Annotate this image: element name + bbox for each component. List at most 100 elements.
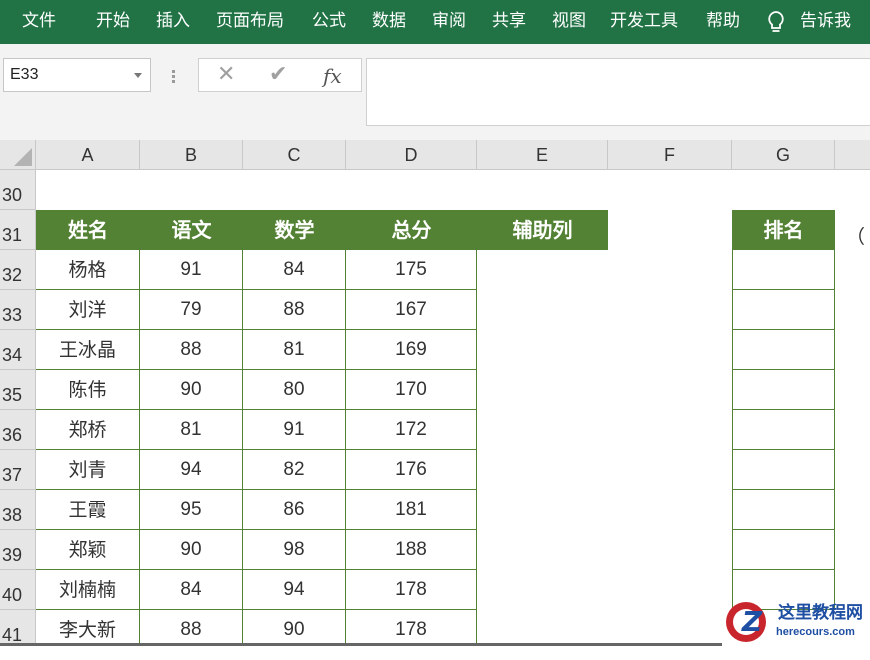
cell-name[interactable]: 王冰晶 (36, 330, 140, 370)
cancel-icon[interactable]: ✕ (217, 61, 235, 89)
cell-math[interactable]: 90 (243, 610, 346, 646)
lightbulb-icon[interactable] (764, 9, 788, 35)
cell-rank[interactable] (732, 370, 835, 410)
cell-rank[interactable] (732, 290, 835, 330)
drag-handle-icon[interactable] (172, 70, 175, 84)
cell-chinese[interactable]: 81 (140, 410, 243, 450)
chevron-down-icon[interactable] (134, 73, 142, 78)
column-header-h[interactable] (835, 140, 870, 170)
tab-insert[interactable]: 插入 (156, 0, 190, 42)
cell-total[interactable]: 167 (346, 290, 477, 330)
cell-name[interactable]: 郑颖 (36, 530, 140, 570)
tab-data[interactable]: 数据 (372, 0, 406, 42)
cell-chinese[interactable]: 79 (140, 290, 243, 330)
row-header[interactable]: 33 (0, 290, 36, 330)
formula-input[interactable] (366, 58, 870, 126)
select-all-icon (14, 148, 32, 166)
cell-math[interactable]: 81 (243, 330, 346, 370)
tab-developer[interactable]: 开发工具 (610, 0, 678, 42)
cell-total[interactable]: 178 (346, 570, 477, 610)
cell-name[interactable]: 刘洋 (36, 290, 140, 330)
tell-me-search[interactable]: 告诉我 (800, 0, 851, 42)
header-cell-name[interactable]: 姓名 (36, 210, 140, 250)
cell-chinese[interactable]: 94 (140, 450, 243, 490)
tab-view[interactable]: 视图 (552, 0, 586, 42)
tab-formulas[interactable]: 公式 (312, 0, 346, 42)
column-header-a[interactable]: A (36, 140, 140, 170)
name-box[interactable]: E33 (3, 58, 151, 92)
header-cell-total[interactable]: 总分 (346, 210, 477, 250)
cell-total[interactable]: 176 (346, 450, 477, 490)
row-header[interactable]: 38 (0, 490, 36, 530)
header-cell-rank[interactable]: 排名 (732, 210, 835, 250)
row-header[interactable]: 41 (0, 610, 36, 646)
tab-review[interactable]: 审阅 (432, 0, 466, 42)
cell-math[interactable]: 84 (243, 250, 346, 290)
cell-chinese[interactable]: 91 (140, 250, 243, 290)
cell-chinese[interactable]: 88 (140, 610, 243, 646)
tab-file[interactable]: 文件 (22, 0, 56, 42)
tab-share[interactable]: 共享 (492, 0, 526, 42)
cell-name[interactable]: 王霞 (36, 490, 140, 530)
watermark-url: herecours.com (776, 626, 855, 638)
cell-math[interactable]: 88 (243, 290, 346, 330)
column-header-g[interactable]: G (732, 140, 835, 170)
cell-name[interactable]: 刘青 (36, 450, 140, 490)
column-header-c[interactable]: C (243, 140, 346, 170)
row-header[interactable]: 40 (0, 570, 36, 610)
logo-letter: Z (741, 605, 763, 638)
cell-chinese[interactable]: 95 (140, 490, 243, 530)
column-header-b[interactable]: B (140, 140, 243, 170)
row-header[interactable]: 31 (0, 210, 36, 250)
column-header-f[interactable]: F (608, 140, 732, 170)
cell-math[interactable]: 98 (243, 530, 346, 570)
row-header[interactable]: 34 (0, 330, 36, 370)
cell-total[interactable]: 181 (346, 490, 477, 530)
column-header-d[interactable]: D (346, 140, 477, 170)
header-cell-math[interactable]: 数学 (243, 210, 346, 250)
column-header-e[interactable]: E (477, 140, 608, 170)
cell-name[interactable]: 杨格 (36, 250, 140, 290)
cell-rank[interactable] (732, 410, 835, 450)
cell-rank[interactable] (732, 330, 835, 370)
cell-total[interactable]: 169 (346, 330, 477, 370)
select-all-corner[interactable] (0, 140, 36, 170)
cell-name[interactable]: 李大新 (36, 610, 140, 646)
cell-name[interactable]: 陈伟 (36, 370, 140, 410)
cell-total[interactable]: 178 (346, 610, 477, 646)
cell-math[interactable]: 94 (243, 570, 346, 610)
row-header[interactable]: 30 (0, 170, 36, 210)
row-header[interactable]: 35 (0, 370, 36, 410)
cell-rank[interactable] (732, 530, 835, 570)
row-header[interactable]: 36 (0, 410, 36, 450)
cell-math[interactable]: 91 (243, 410, 346, 450)
cell-name[interactable]: 郑桥 (36, 410, 140, 450)
cell-math[interactable]: 80 (243, 370, 346, 410)
header-cell-helper[interactable]: 辅助列 (477, 210, 608, 250)
cell-chinese[interactable]: 90 (140, 530, 243, 570)
tab-help[interactable]: 帮助 (706, 0, 740, 42)
cell-total[interactable]: 172 (346, 410, 477, 450)
cell-math[interactable]: 86 (243, 490, 346, 530)
tab-home[interactable]: 开始 (96, 0, 130, 42)
cell-rank[interactable] (732, 250, 835, 290)
header-cell-chinese[interactable]: 语文 (140, 210, 243, 250)
ribbon: 文件 开始 插入 页面布局 公式 数据 审阅 共享 视图 开发工具 帮助 告诉我 (0, 0, 870, 44)
cell-math[interactable]: 82 (243, 450, 346, 490)
cell-chinese[interactable]: 88 (140, 330, 243, 370)
cell-total[interactable]: 175 (346, 250, 477, 290)
cell-name[interactable]: 刘楠楠 (36, 570, 140, 610)
cell-total[interactable]: 188 (346, 530, 477, 570)
cell-chinese[interactable]: 90 (140, 370, 243, 410)
tab-page-layout[interactable]: 页面布局 (216, 0, 284, 42)
enter-icon[interactable]: ✔ (269, 61, 287, 89)
insert-function-icon[interactable]: fx (323, 62, 342, 90)
cell-chinese[interactable]: 84 (140, 570, 243, 610)
row-header[interactable]: 37 (0, 450, 36, 490)
row-header[interactable]: 39 (0, 530, 36, 570)
cell-total[interactable]: 170 (346, 370, 477, 410)
cell-rank[interactable] (732, 450, 835, 490)
row-header[interactable]: 32 (0, 250, 36, 290)
formula-buttons: ✕ ✔ fx (198, 58, 362, 92)
cell-rank[interactable] (732, 490, 835, 530)
